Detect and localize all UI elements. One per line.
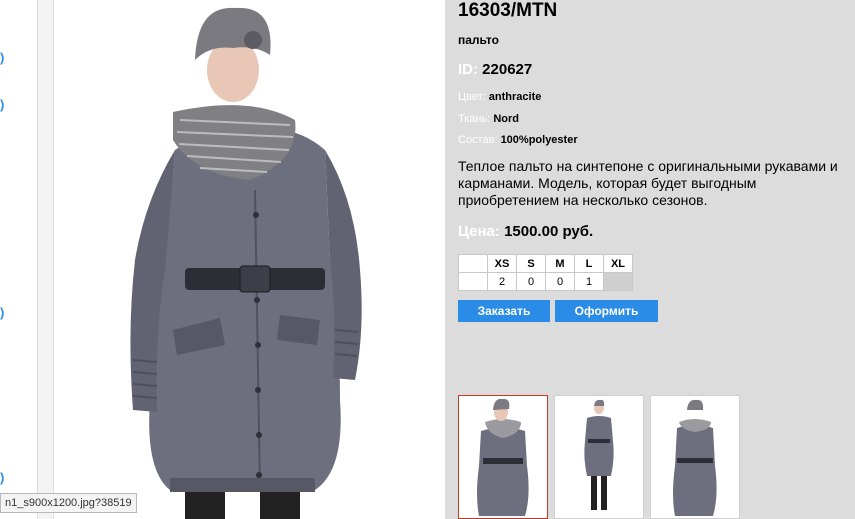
product-info-panel: 16303/MTN пальто ID: 220627 Цвет: anthra…: [445, 0, 855, 519]
size-qty: 0: [545, 272, 575, 291]
thumbnail-back[interactable]: [650, 395, 740, 519]
id-value: 220627: [482, 61, 533, 78]
left-sidebar: ) ) ) ): [0, 0, 37, 519]
size-header: L: [574, 254, 604, 273]
size-header: S: [516, 254, 546, 273]
coat-illustration: [130, 7, 362, 519]
price-value: 1500.00 руб.: [504, 223, 594, 240]
size-header: XS: [487, 254, 517, 273]
color-label: Цвет:: [458, 91, 486, 103]
size-qty: 0: [516, 272, 546, 291]
composition-label: Состав:: [458, 134, 498, 146]
size-qty: [603, 272, 633, 291]
color-attribute: Цвет: anthracite: [458, 91, 541, 103]
product-description: Теплое пальто на синтепоне с оригинальны…: [458, 158, 838, 208]
composition-attribute: Состав: 100%polyester: [458, 134, 578, 146]
sidebar-marker[interactable]: ): [0, 97, 4, 112]
product-title: 16303/MTN: [458, 0, 558, 21]
sidebar-marker[interactable]: ): [0, 305, 4, 320]
sidebar-divider: [37, 0, 54, 519]
product-price: Цена: 1500.00 руб.: [458, 223, 593, 240]
id-label: ID:: [458, 61, 478, 78]
price-label: Цена:: [458, 223, 500, 240]
size-table: XS S M L XL 2 0 0 1: [458, 254, 633, 291]
product-subtitle: пальто: [458, 33, 499, 47]
fabric-value: Nord: [493, 113, 520, 125]
size-quantity-row: 2 0 0 1: [458, 272, 633, 291]
composition-value: 100%polyester: [500, 134, 578, 146]
thumbnail-full[interactable]: [554, 395, 644, 519]
size-header-row: XS S M L XL: [458, 254, 633, 273]
fabric-attribute: Ткань: Nord: [458, 113, 519, 125]
size-qty: 2: [487, 272, 517, 291]
checkout-button[interactable]: Оформить: [555, 300, 658, 322]
size-header: XL: [603, 254, 633, 273]
fabric-label: Ткань:: [458, 113, 491, 125]
thumbnail-front[interactable]: [458, 395, 548, 519]
order-button[interactable]: Заказать: [458, 300, 550, 322]
size-header: M: [545, 254, 575, 273]
size-qty-blank: [458, 272, 488, 291]
status-bar-url: n1_s900x1200.jpg?38519: [0, 493, 137, 513]
size-header-blank: [458, 254, 488, 273]
sidebar-marker[interactable]: ): [0, 50, 4, 65]
color-value: anthracite: [488, 91, 542, 103]
product-id: ID: 220627: [458, 61, 532, 78]
product-main-photo[interactable]: [55, 0, 445, 519]
size-qty: 1: [574, 272, 604, 291]
sidebar-marker[interactable]: ): [0, 470, 4, 485]
